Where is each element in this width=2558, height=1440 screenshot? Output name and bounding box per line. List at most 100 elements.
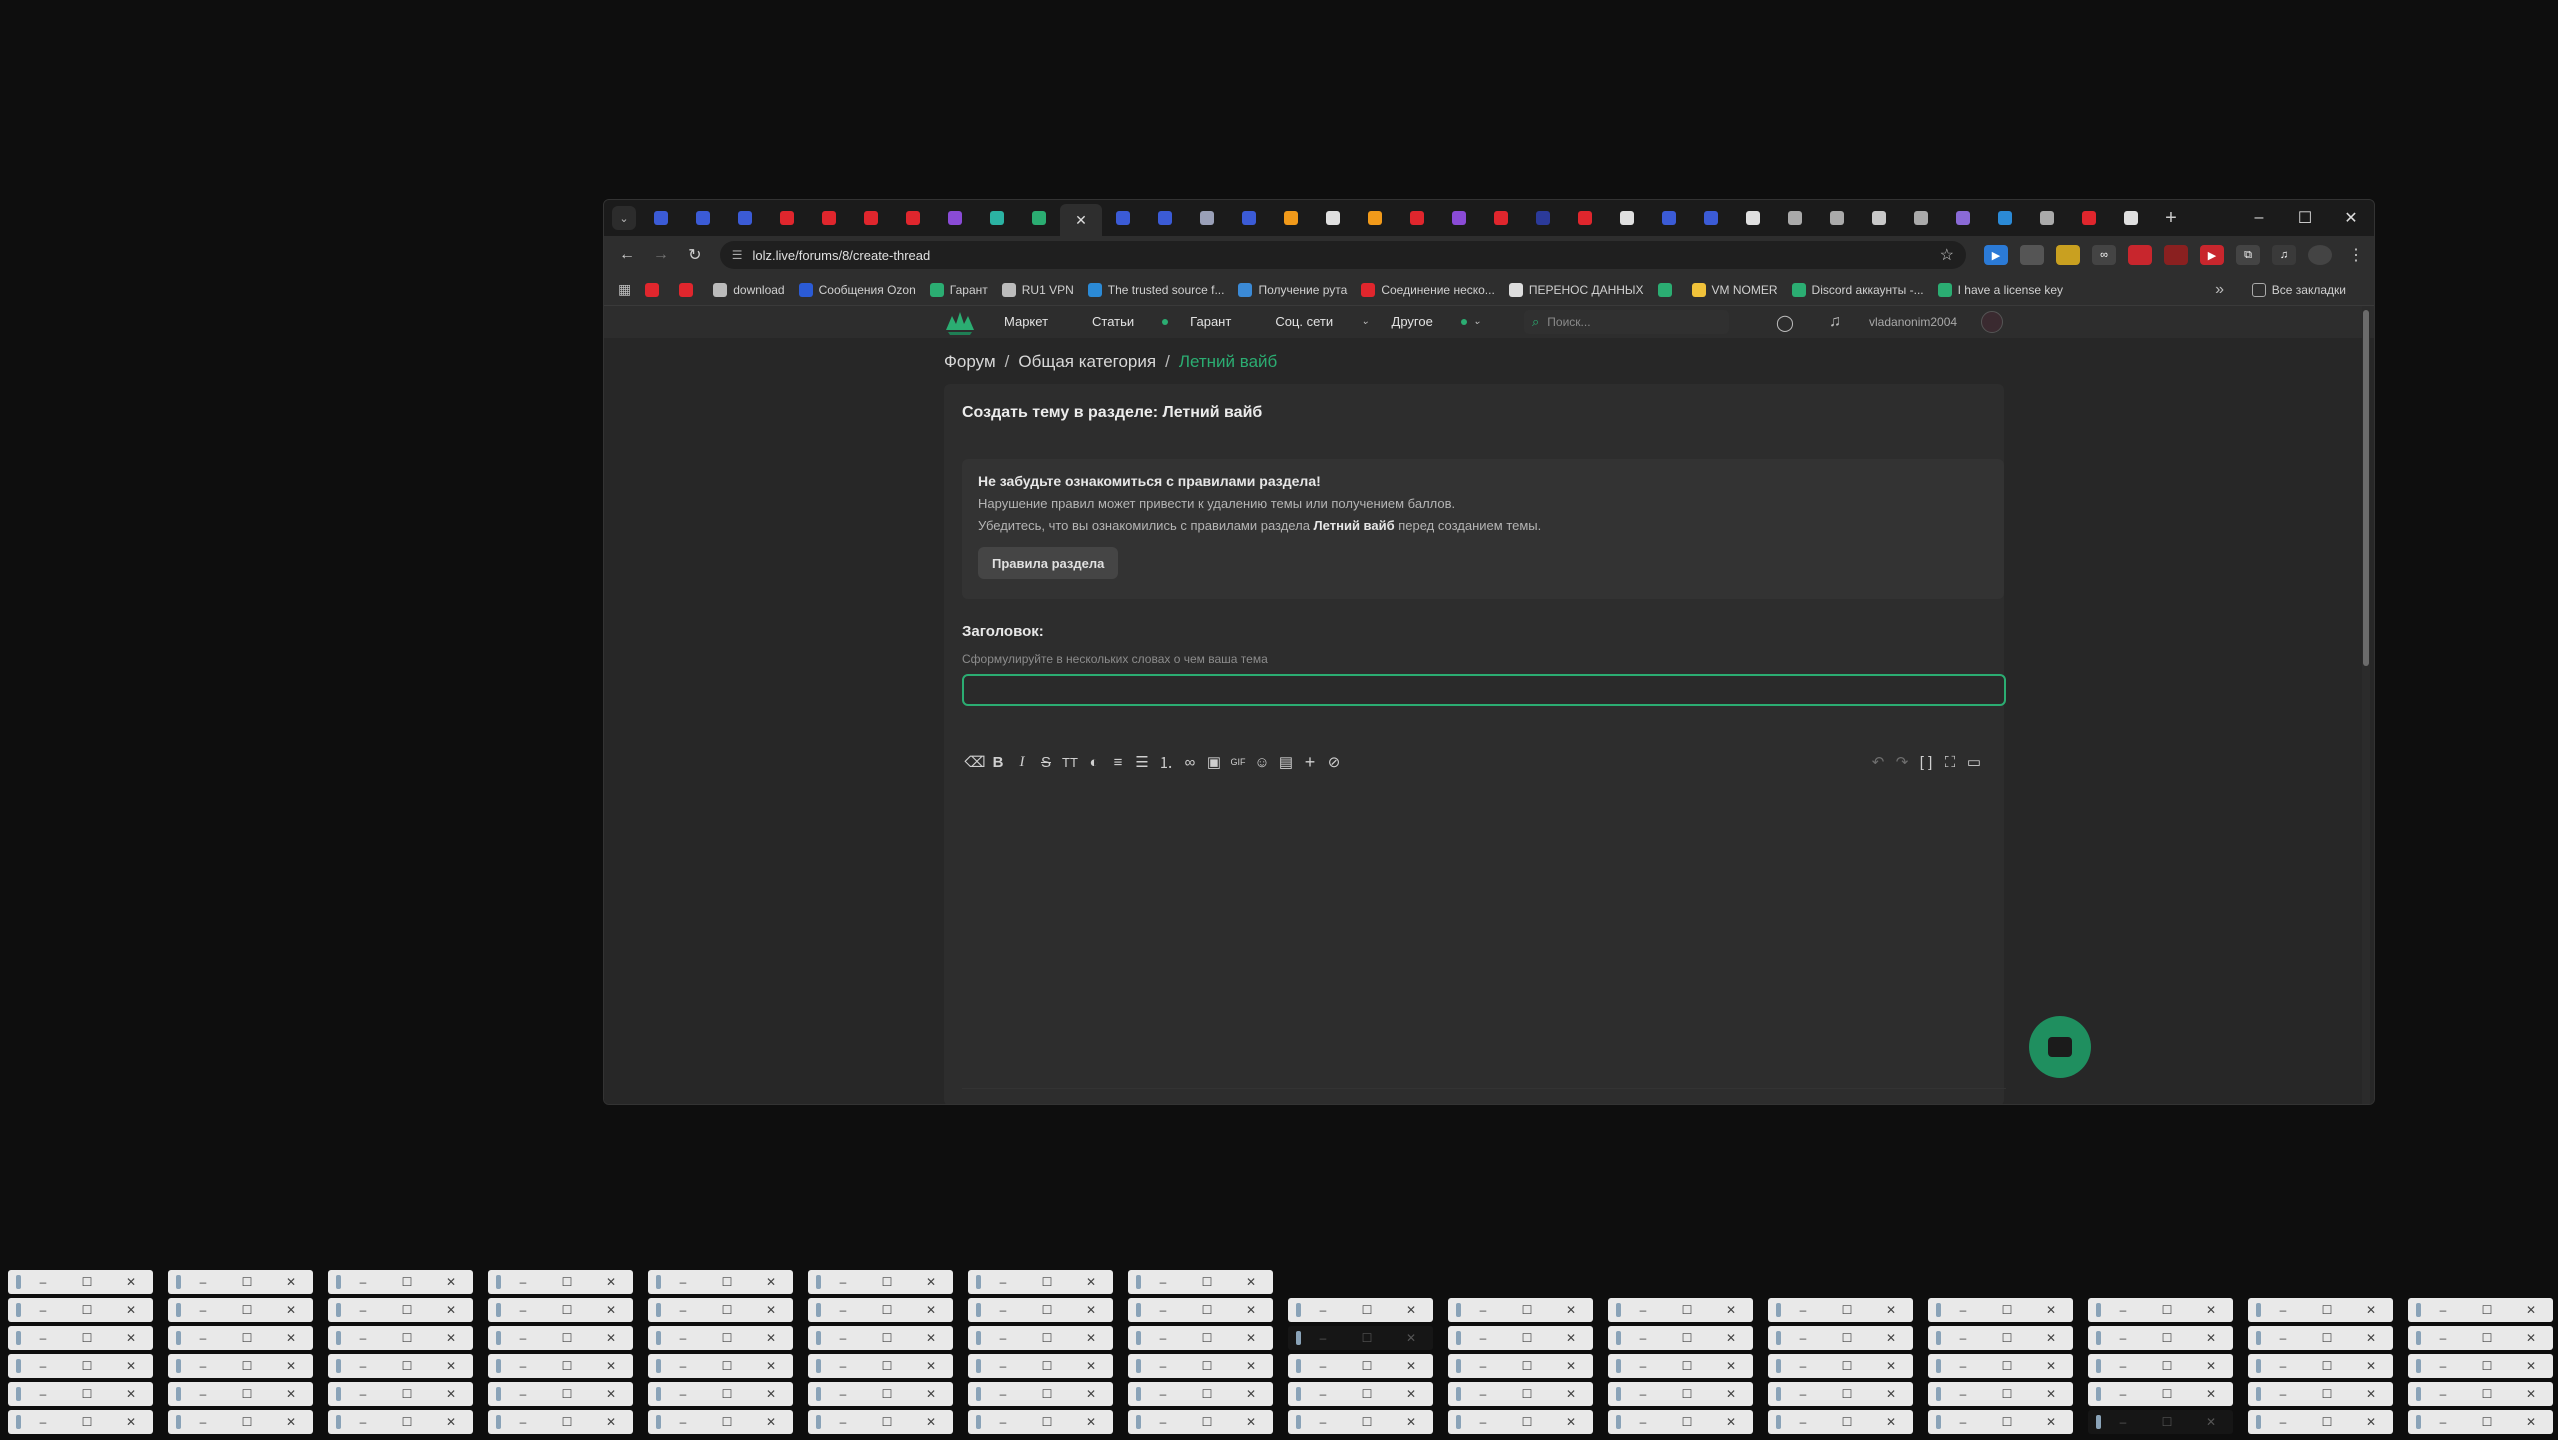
minimize-icon[interactable]: – <box>501 1387 545 1401</box>
minimize-icon[interactable]: – <box>981 1387 1025 1401</box>
close-icon[interactable]: ✕ <box>749 1331 793 1345</box>
minimize-icon[interactable]: – <box>661 1387 705 1401</box>
minimize-icon[interactable]: – <box>181 1415 225 1429</box>
window-thumbnail[interactable]: – ☐ ✕ <box>168 1410 313 1434</box>
browser-tab[interactable] <box>1480 204 1522 232</box>
align-icon[interactable]: ≡ <box>1105 749 1131 775</box>
maximize-icon[interactable]: ☐ <box>225 1275 269 1289</box>
window-thumbnail[interactable]: – ☐ ✕ <box>648 1382 793 1406</box>
undo-icon[interactable]: ↶ <box>1865 749 1891 775</box>
minimize-icon[interactable]: – <box>981 1359 1025 1373</box>
close-icon[interactable]: ✕ <box>1389 1331 1433 1345</box>
window-thumbnail[interactable]: – ☐ ✕ <box>1128 1382 1273 1406</box>
minimize-icon[interactable]: – <box>2261 1415 2305 1429</box>
minimize-icon[interactable]: – <box>21 1415 65 1429</box>
bookmark-item[interactable]: ПЕРЕНОС ДАННЫХ <box>1508 282 1644 297</box>
minimize-icon[interactable]: – <box>1301 1387 1345 1401</box>
window-thumbnail[interactable]: – ☐ ✕ <box>328 1410 473 1434</box>
profile-icon[interactable] <box>2308 245 2333 265</box>
back-icon[interactable]: ← <box>610 246 644 264</box>
minimize-icon[interactable]: – <box>2421 1415 2465 1429</box>
maximize-icon[interactable]: ☐ <box>1185 1303 1229 1317</box>
close-icon[interactable]: ✕ <box>1229 1331 1273 1345</box>
address-bar[interactable]: ☰ lolz.live/forums/8/create-thread ☆ <box>719 241 1967 269</box>
maximize-icon[interactable]: ☐ <box>2465 1359 2509 1373</box>
minimize-icon[interactable]: – <box>981 1415 1025 1429</box>
minimize-icon[interactable]: – <box>1621 1415 1665 1429</box>
minimize-icon[interactable]: – <box>341 1387 385 1401</box>
minimize-icon[interactable]: – <box>1301 1331 1345 1345</box>
window-thumbnail[interactable]: – ☐ ✕ <box>1288 1326 1433 1350</box>
minimize-icon[interactable]: – <box>1461 1331 1505 1345</box>
window-thumbnail[interactable]: – ☐ ✕ <box>2248 1410 2393 1434</box>
maximize-icon[interactable]: ☐ <box>1025 1275 1069 1289</box>
window-thumbnail[interactable]: – ☐ ✕ <box>2408 1326 2553 1350</box>
nav-market[interactable]: Маркет <box>1004 314 1070 329</box>
close-icon[interactable]: ✕ <box>1069 1275 1113 1289</box>
minimize-icon[interactable]: – <box>2101 1415 2145 1429</box>
maximize-icon[interactable]: ☐ <box>65 1303 109 1317</box>
username[interactable]: vladanonim2004 <box>1869 315 1957 329</box>
close-icon[interactable]: ✕ <box>749 1415 793 1429</box>
browser-tab[interactable] <box>1942 204 1984 232</box>
browser-tab[interactable] <box>1228 204 1270 232</box>
window-thumbnail[interactable]: – ☐ ✕ <box>1288 1410 1433 1434</box>
close-icon[interactable]: ✕ <box>2029 1359 2073 1373</box>
maximize-icon[interactable]: ☐ <box>1985 1415 2029 1429</box>
thread-title-input[interactable] <box>962 674 2006 706</box>
close-icon[interactable]: ✕ <box>2189 1303 2233 1317</box>
maximize-icon[interactable]: ☐ <box>1665 1359 1709 1373</box>
maximize-icon[interactable]: ☐ <box>865 1415 909 1429</box>
maximize-icon[interactable]: ☐ <box>385 1359 429 1373</box>
maximize-icon[interactable]: ☐ <box>2305 1387 2349 1401</box>
breadcrumb-section[interactable]: Летний вайб <box>1179 352 1277 371</box>
fullscreen-icon[interactable]: ⛶ <box>1937 749 1963 775</box>
window-thumbnail[interactable]: – ☐ ✕ <box>328 1354 473 1378</box>
window-thumbnail[interactable]: – ☐ ✕ <box>488 1298 633 1322</box>
bookmark-item[interactable]: I have a license key <box>1937 282 2063 297</box>
window-thumbnail[interactable]: – ☐ ✕ <box>2088 1410 2233 1434</box>
bookmark-item[interactable]: Сообщения Ozon <box>798 282 916 297</box>
window-thumbnail[interactable]: – ☐ ✕ <box>328 1326 473 1350</box>
window-thumbnail[interactable]: – ☐ ✕ <box>968 1382 1113 1406</box>
maximize-icon[interactable]: ☐ <box>1345 1331 1389 1345</box>
window-thumbnail[interactable]: – ☐ ✕ <box>1128 1298 1273 1322</box>
browser-tab[interactable] <box>1858 204 1900 232</box>
close-icon[interactable]: ✕ <box>1389 1359 1433 1373</box>
color-icon[interactable]: ◐ <box>1081 749 1107 775</box>
browser-tab[interactable] <box>1648 204 1690 232</box>
window-thumbnail[interactable]: – ☐ ✕ <box>1928 1298 2073 1322</box>
window-thumbnail[interactable]: – ☐ ✕ <box>1768 1354 1913 1378</box>
browser-tab[interactable] <box>724 204 766 232</box>
minimize-icon[interactable]: – <box>821 1275 865 1289</box>
forward-icon[interactable]: → <box>644 246 678 264</box>
window-thumbnail[interactable]: – ☐ ✕ <box>648 1354 793 1378</box>
minimize-icon[interactable]: – <box>1461 1415 1505 1429</box>
close-icon[interactable]: ✕ <box>1869 1415 1913 1429</box>
bookmark-item[interactable]: Соединение неско... <box>1361 282 1495 297</box>
maximize-icon[interactable]: ☐ <box>1025 1415 1069 1429</box>
bookmark-item[interactable]: VM NOMER <box>1691 282 1778 297</box>
window-thumbnail[interactable]: – ☐ ✕ <box>2408 1298 2553 1322</box>
maximize-icon[interactable]: ☐ <box>865 1275 909 1289</box>
scrollbar-thumb[interactable] <box>2363 310 2369 666</box>
minimize-icon[interactable]: – <box>821 1415 865 1429</box>
minimize-icon[interactable]: – <box>21 1275 65 1289</box>
window-thumbnail[interactable]: – ☐ ✕ <box>968 1326 1113 1350</box>
window-thumbnail[interactable]: – ☐ ✕ <box>648 1410 793 1434</box>
minimize-icon[interactable]: – <box>1461 1303 1505 1317</box>
bullet-list-icon[interactable]: ☰ <box>1129 749 1155 775</box>
close-icon[interactable]: ✕ <box>749 1303 793 1317</box>
extension-icon[interactable]: ▶ <box>1984 245 2009 265</box>
close-icon[interactable]: ✕ <box>109 1303 153 1317</box>
minimize-icon[interactable]: – <box>341 1359 385 1373</box>
reload-icon[interactable]: ↻ <box>678 245 712 265</box>
window-thumbnail[interactable]: – ☐ ✕ <box>2248 1326 2393 1350</box>
close-icon[interactable]: ✕ <box>2509 1387 2553 1401</box>
close-icon[interactable]: ✕ <box>1229 1275 1273 1289</box>
window-thumbnail[interactable]: – ☐ ✕ <box>328 1298 473 1322</box>
close-icon[interactable]: ✕ <box>269 1359 313 1373</box>
conversations-icon[interactable]: ◯ <box>1776 313 1794 333</box>
maximize-icon[interactable]: ☐ <box>1825 1387 1869 1401</box>
minimize-icon[interactable]: – <box>181 1275 225 1289</box>
